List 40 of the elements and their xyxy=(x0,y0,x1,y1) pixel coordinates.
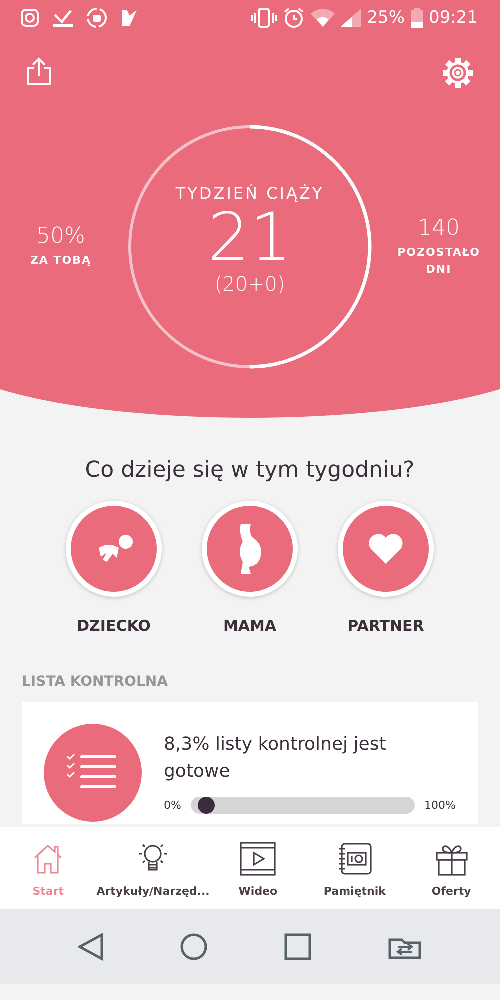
wifi-icon xyxy=(311,8,336,26)
range-max: 100% xyxy=(424,798,456,812)
clock-time: 09:21 xyxy=(429,8,478,28)
settings-icon[interactable] xyxy=(442,57,474,89)
week-number: 21 xyxy=(208,202,292,272)
days-left-label: POZOSTAŁO DNI xyxy=(398,245,480,278)
heart-icon xyxy=(368,533,404,565)
checklist-heading: LISTA KONTROLNA xyxy=(22,674,169,690)
alarm-icon xyxy=(283,6,306,28)
android-sync-icon xyxy=(86,6,108,28)
topic-label[interactable]: MAMA xyxy=(223,617,277,635)
section-heading: Co dzieje się w tym tygodniu? xyxy=(84,458,416,483)
share-icon[interactable] xyxy=(26,57,52,85)
elapsed-percent: 50% xyxy=(36,224,86,250)
download-icon xyxy=(52,8,74,28)
week-detail: (20+0) xyxy=(214,272,286,296)
photo-album-icon xyxy=(338,843,372,875)
checklist-card[interactable]: 8,3% listy kontrolnej jest gotowe 0% 100% xyxy=(22,702,478,824)
battery-icon xyxy=(411,8,423,28)
days-left: 140 xyxy=(418,216,460,241)
nav-tab[interactable]: Pamiętnik xyxy=(306,841,404,909)
week-title: TYDZIEŃ CIĄŻY xyxy=(176,184,324,203)
camera-icon xyxy=(20,8,40,28)
battery-percent: 25% xyxy=(367,8,405,28)
topic-label[interactable]: PARTNER xyxy=(348,617,424,635)
back-icon[interactable] xyxy=(78,932,104,960)
recents-icon[interactable] xyxy=(284,932,312,960)
nav-tab[interactable]: Artykuły/Narzęd... xyxy=(96,841,210,909)
nav-tab[interactable]: Oferty xyxy=(403,841,500,909)
topic-label[interactable]: DZIECKO xyxy=(77,617,151,635)
check-flag-icon xyxy=(120,8,140,28)
film-play-icon xyxy=(240,842,276,876)
elapsed-label: ZA TOBĄ xyxy=(30,253,92,270)
home-icon xyxy=(32,843,64,875)
range-min: 0% xyxy=(164,798,182,812)
nav-tab[interactable]: Wideo xyxy=(210,841,307,909)
vibrate-icon xyxy=(251,6,278,28)
checklist-progress-text: 8,3% listy kontrolnej jest gotowe xyxy=(164,733,388,784)
home-circle-icon[interactable] xyxy=(180,932,208,960)
signal-icon xyxy=(341,8,362,26)
